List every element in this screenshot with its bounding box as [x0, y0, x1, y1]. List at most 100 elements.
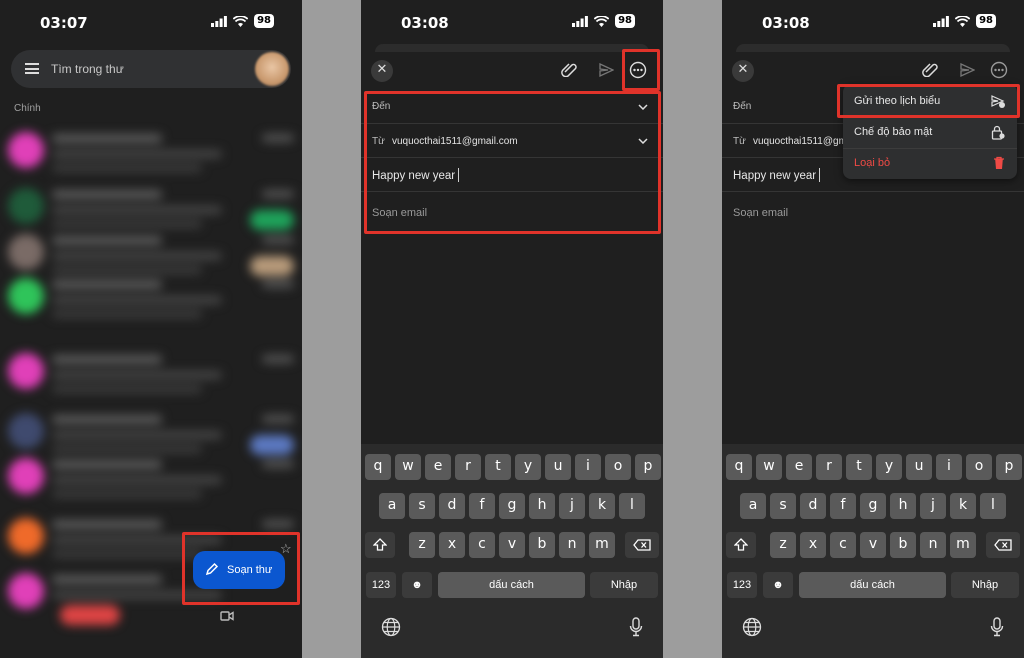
key-m[interactable]: m [950, 532, 976, 558]
search-bar[interactable]: Tìm trong thư [11, 50, 291, 88]
key-h[interactable]: h [529, 493, 555, 519]
key-w[interactable]: w [756, 454, 782, 480]
key-a[interactable]: a [379, 493, 405, 519]
emoji-key[interactable]: ☻ [402, 572, 432, 598]
meet-video-icon[interactable] [220, 610, 234, 622]
key-u[interactable]: u [906, 454, 932, 480]
from-field[interactable]: Từ vuquocthai1511@gmail.com [361, 124, 663, 158]
key-t[interactable]: t [485, 454, 511, 480]
globe-icon[interactable] [381, 617, 401, 637]
key-r[interactable]: r [455, 454, 481, 480]
account-avatar[interactable] [255, 52, 289, 86]
key-y[interactable]: y [876, 454, 902, 480]
shift-key[interactable] [365, 532, 395, 558]
subject-field[interactable]: Happy new year [361, 158, 663, 192]
key-l[interactable]: l [980, 493, 1006, 519]
key-q[interactable]: q [365, 454, 391, 480]
microphone-icon[interactable] [990, 617, 1004, 637]
key-v[interactable]: v [499, 532, 525, 558]
space-key[interactable]: dấu cách [438, 572, 585, 598]
key-o[interactable]: o [605, 454, 631, 480]
key-c[interactable]: c [469, 532, 495, 558]
menu-item-discard[interactable]: Loại bỏ [843, 148, 1017, 179]
key-e[interactable]: e [425, 454, 451, 480]
numbers-key[interactable]: 123 [727, 572, 757, 598]
key-b[interactable]: b [529, 532, 555, 558]
shift-key[interactable] [726, 532, 756, 558]
list-item[interactable] [0, 270, 302, 330]
space-key[interactable]: dấu cách [799, 572, 946, 598]
key-t[interactable]: t [846, 454, 872, 480]
key-p[interactable]: p [635, 454, 661, 480]
key-s[interactable]: s [770, 493, 796, 519]
key-f[interactable]: f [469, 493, 495, 519]
attach-icon[interactable] [921, 63, 939, 77]
key-w[interactable]: w [395, 454, 421, 480]
key-v[interactable]: v [860, 532, 886, 558]
backspace-key[interactable] [986, 532, 1020, 558]
key-g[interactable]: g [499, 493, 525, 519]
to-field[interactable]: Đến [361, 90, 663, 124]
return-key[interactable]: Nhập [951, 572, 1019, 598]
key-g[interactable]: g [860, 493, 886, 519]
list-item[interactable] [0, 124, 302, 184]
key-i[interactable]: i [936, 454, 962, 480]
key-q[interactable]: q [726, 454, 752, 480]
key-u[interactable]: u [545, 454, 571, 480]
key-p[interactable]: p [996, 454, 1022, 480]
search-placeholder[interactable]: Tìm trong thư [51, 62, 124, 76]
key-x[interactable]: x [800, 532, 826, 558]
more-options-icon[interactable] [990, 61, 1008, 79]
send-icon[interactable] [960, 63, 975, 77]
key-k[interactable]: k [950, 493, 976, 519]
key-y[interactable]: y [515, 454, 541, 480]
key-z[interactable]: z [409, 532, 435, 558]
subject-text[interactable]: Happy new year [733, 170, 816, 182]
key-b[interactable]: b [890, 532, 916, 558]
subject-text[interactable]: Happy new year [372, 170, 455, 182]
menu-item-confidential[interactable]: Chế độ bảo mật [843, 117, 1017, 148]
list-item[interactable] [0, 450, 302, 510]
globe-icon[interactable] [742, 617, 762, 637]
key-c[interactable]: c [830, 532, 856, 558]
backspace-key[interactable] [625, 532, 659, 558]
emoji-key[interactable]: ☻ [763, 572, 793, 598]
body-placeholder[interactable]: Soạn email [733, 207, 788, 219]
list-item[interactable] [0, 345, 302, 405]
key-s[interactable]: s [409, 493, 435, 519]
more-options-icon[interactable] [629, 61, 647, 79]
status-time: 03:07 [40, 14, 88, 32]
key-l[interactable]: l [619, 493, 645, 519]
numbers-key[interactable]: 123 [366, 572, 396, 598]
close-button[interactable]: ✕ [371, 60, 393, 82]
menu-item-schedule-send[interactable]: Gửi theo lịch biểu [843, 86, 1017, 117]
key-k[interactable]: k [589, 493, 615, 519]
to-label: Đến [733, 101, 752, 112]
hamburger-menu-icon[interactable] [25, 63, 39, 74]
compose-button[interactable]: Soạn thư [193, 551, 285, 589]
key-h[interactable]: h [890, 493, 916, 519]
key-d[interactable]: d [800, 493, 826, 519]
key-d[interactable]: d [439, 493, 465, 519]
close-button[interactable]: ✕ [732, 60, 754, 82]
send-icon[interactable] [599, 63, 614, 77]
key-z[interactable]: z [770, 532, 796, 558]
key-m[interactable]: m [589, 532, 615, 558]
key-n[interactable]: n [559, 532, 585, 558]
key-e[interactable]: e [786, 454, 812, 480]
return-key[interactable]: Nhập [590, 572, 658, 598]
key-j[interactable]: j [559, 493, 585, 519]
key-o[interactable]: o [966, 454, 992, 480]
key-i[interactable]: i [575, 454, 601, 480]
key-f[interactable]: f [830, 493, 856, 519]
key-n[interactable]: n [920, 532, 946, 558]
microphone-icon[interactable] [629, 617, 643, 637]
chevron-down-icon[interactable] [638, 138, 648, 144]
key-r[interactable]: r [816, 454, 842, 480]
key-x[interactable]: x [439, 532, 465, 558]
key-a[interactable]: a [740, 493, 766, 519]
body-placeholder[interactable]: Soạn email [372, 207, 427, 219]
attach-icon[interactable] [560, 63, 578, 77]
chevron-down-icon[interactable] [638, 104, 648, 110]
key-j[interactable]: j [920, 493, 946, 519]
